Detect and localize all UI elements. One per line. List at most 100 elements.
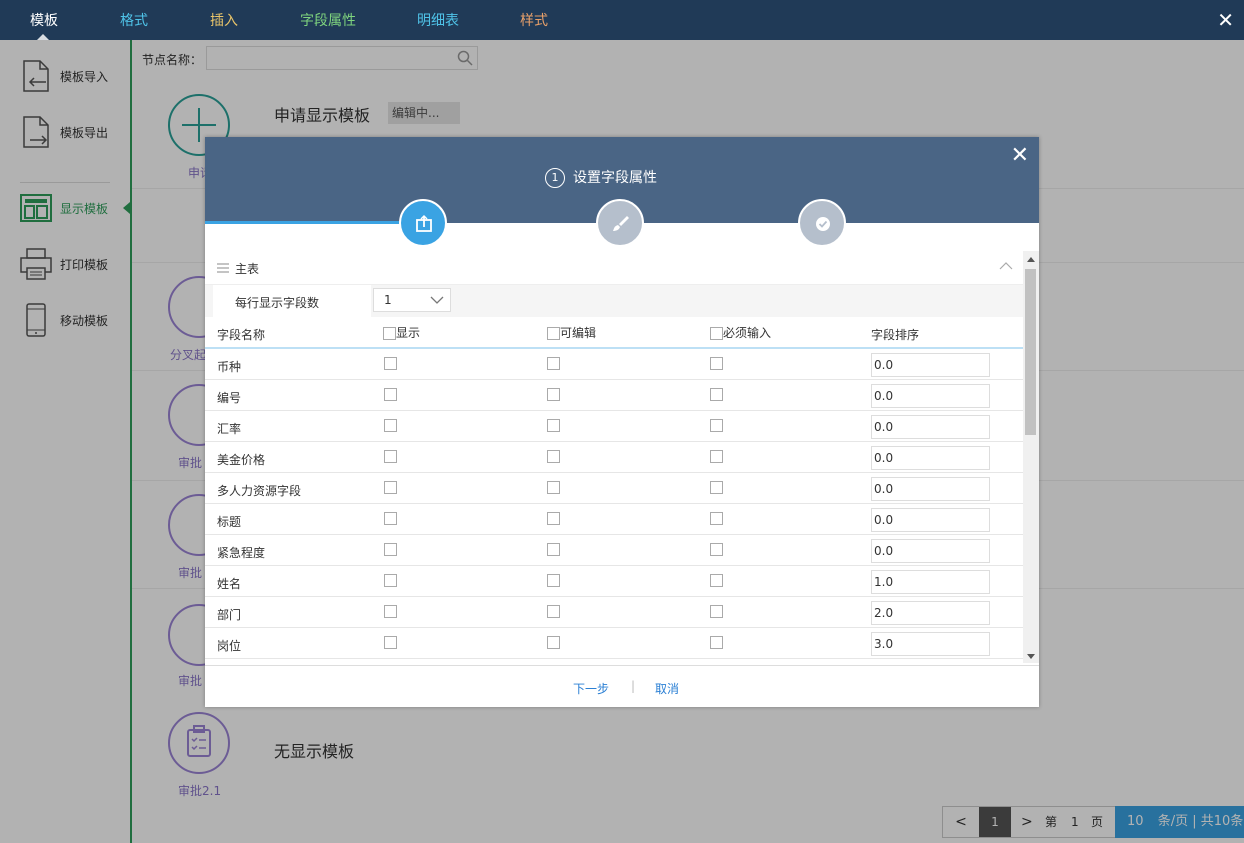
editable-checkbox[interactable] [547,357,560,370]
order-input[interactable]: 0.0 [871,384,990,408]
dialog-close-icon[interactable]: ✕ [1011,143,1029,168]
scroll-down-arrow-icon[interactable] [1027,654,1035,659]
required-checkbox[interactable] [710,450,723,463]
show-checkbox[interactable] [384,512,397,525]
required-checkbox[interactable] [710,357,723,370]
table-row: 币种 0.0 [205,349,1023,380]
required-checkbox[interactable] [710,605,723,618]
step-progress-bar [205,221,423,224]
next-step-button[interactable]: 下一步 [573,680,609,697]
column-required: 必须输入 [710,324,771,341]
tab-insert[interactable]: 插入 [210,0,238,40]
menu-icon [217,263,229,273]
column-editable: 可编辑 [547,324,596,341]
table-row: 部门 2.0 [205,597,1023,628]
tab-detail-table[interactable]: 明细表 [417,0,459,40]
footer-separator: | [631,679,636,693]
show-checkbox[interactable] [384,419,397,432]
order-input[interactable]: 2.0 [871,601,990,625]
field-name: 汇率 [217,422,242,436]
editable-checkbox[interactable] [547,605,560,618]
required-checkbox[interactable] [710,543,723,556]
editable-checkbox[interactable] [547,512,560,525]
column-show: 显示 [383,324,420,341]
step-title: 1 设置字段属性 [545,167,657,188]
table-row: 汇率 0.0 [205,411,1023,442]
fields-per-row-label: 每行显示字段数 [235,296,320,310]
show-checkbox[interactable] [384,357,397,370]
required-checkbox[interactable] [710,419,723,432]
select-all-required-checkbox[interactable] [710,327,723,340]
table-row: 标题 0.0 [205,504,1023,535]
tab-style[interactable]: 样式 [520,0,548,40]
editable-checkbox[interactable] [547,419,560,432]
show-checkbox[interactable] [384,574,397,587]
field-name: 岗位 [217,639,242,653]
column-order: 字段排序 [871,328,920,342]
step-finish-check-icon[interactable] [798,199,846,247]
show-checkbox[interactable] [384,543,397,556]
chevron-down-icon [430,296,444,304]
field-properties-dialog: ✕ 1 设置字段属性 主表 每行显示字段数 1 字段名称 显示 可编辑 必须输入 … [205,137,1039,707]
editable-checkbox[interactable] [547,636,560,649]
field-name: 编号 [217,391,242,405]
table-row: 姓名 1.0 [205,566,1023,597]
table-row: 编号 0.0 [205,380,1023,411]
chevron-up-icon[interactable] [999,261,1013,271]
step-field-icon[interactable] [399,199,447,247]
required-checkbox[interactable] [710,481,723,494]
field-name: 美金价格 [217,453,266,467]
field-name: 部门 [217,608,242,622]
step-style-brush-icon[interactable] [596,199,644,247]
tab-field-properties[interactable]: 字段属性 [300,0,356,40]
required-checkbox[interactable] [710,574,723,587]
step-title-text: 设置字段属性 [573,170,657,186]
dialog-footer: 下一步 | 取消 [205,665,1039,707]
show-checkbox[interactable] [384,481,397,494]
column-editable-label: 可编辑 [560,326,597,340]
select-all-show-checkbox[interactable] [383,327,396,340]
column-show-label: 显示 [396,326,421,340]
top-menu-bar: 模板 格式 插入 字段属性 明细表 样式 ✕ [0,0,1244,40]
order-input[interactable]: 0.0 [871,508,990,532]
editable-checkbox[interactable] [547,574,560,587]
order-input[interactable]: 3.0 [871,632,990,656]
table-row: 岗位 3.0 [205,628,1023,659]
main-table-section[interactable]: 主表 [205,251,1023,285]
fields-per-row: 每行显示字段数 1 [205,285,1023,317]
editable-checkbox[interactable] [547,450,560,463]
section-title: 主表 [235,262,260,276]
select-all-editable-checkbox[interactable] [547,327,560,340]
show-checkbox[interactable] [384,636,397,649]
cancel-button[interactable]: 取消 [655,680,679,697]
order-input[interactable]: 0.0 [871,539,990,563]
show-checkbox[interactable] [384,450,397,463]
editable-checkbox[interactable] [547,543,560,556]
order-input[interactable]: 0.0 [871,477,990,501]
required-checkbox[interactable] [710,636,723,649]
scroll-up-arrow-icon[interactable] [1027,257,1035,262]
fields-per-row-select[interactable]: 1 [373,288,451,312]
show-checkbox[interactable] [384,388,397,401]
table-header: 字段名称 显示 可编辑 必须输入 字段排序 [205,317,1023,349]
scrollbar-thumb[interactable] [1025,269,1036,435]
field-name: 姓名 [217,577,242,591]
table-row: 多人力资源字段 0.0 [205,473,1023,504]
step-number: 1 [545,168,565,188]
order-input[interactable]: 0.0 [871,415,990,439]
table-row: 紧急程度 0.0 [205,535,1023,566]
field-name: 标题 [217,515,242,529]
close-icon[interactable]: ✕ [1217,8,1234,32]
editable-checkbox[interactable] [547,481,560,494]
required-checkbox[interactable] [710,388,723,401]
tab-format[interactable]: 格式 [120,0,148,40]
required-checkbox[interactable] [710,512,723,525]
column-required-label: 必须输入 [723,326,772,340]
order-input[interactable]: 0.0 [871,446,990,470]
table-scrollbar[interactable] [1023,251,1039,663]
order-input[interactable]: 1.0 [871,570,990,594]
show-checkbox[interactable] [384,605,397,618]
editable-checkbox[interactable] [547,388,560,401]
order-input[interactable]: 0.0 [871,353,990,377]
fields-per-row-value: 1 [384,293,392,307]
